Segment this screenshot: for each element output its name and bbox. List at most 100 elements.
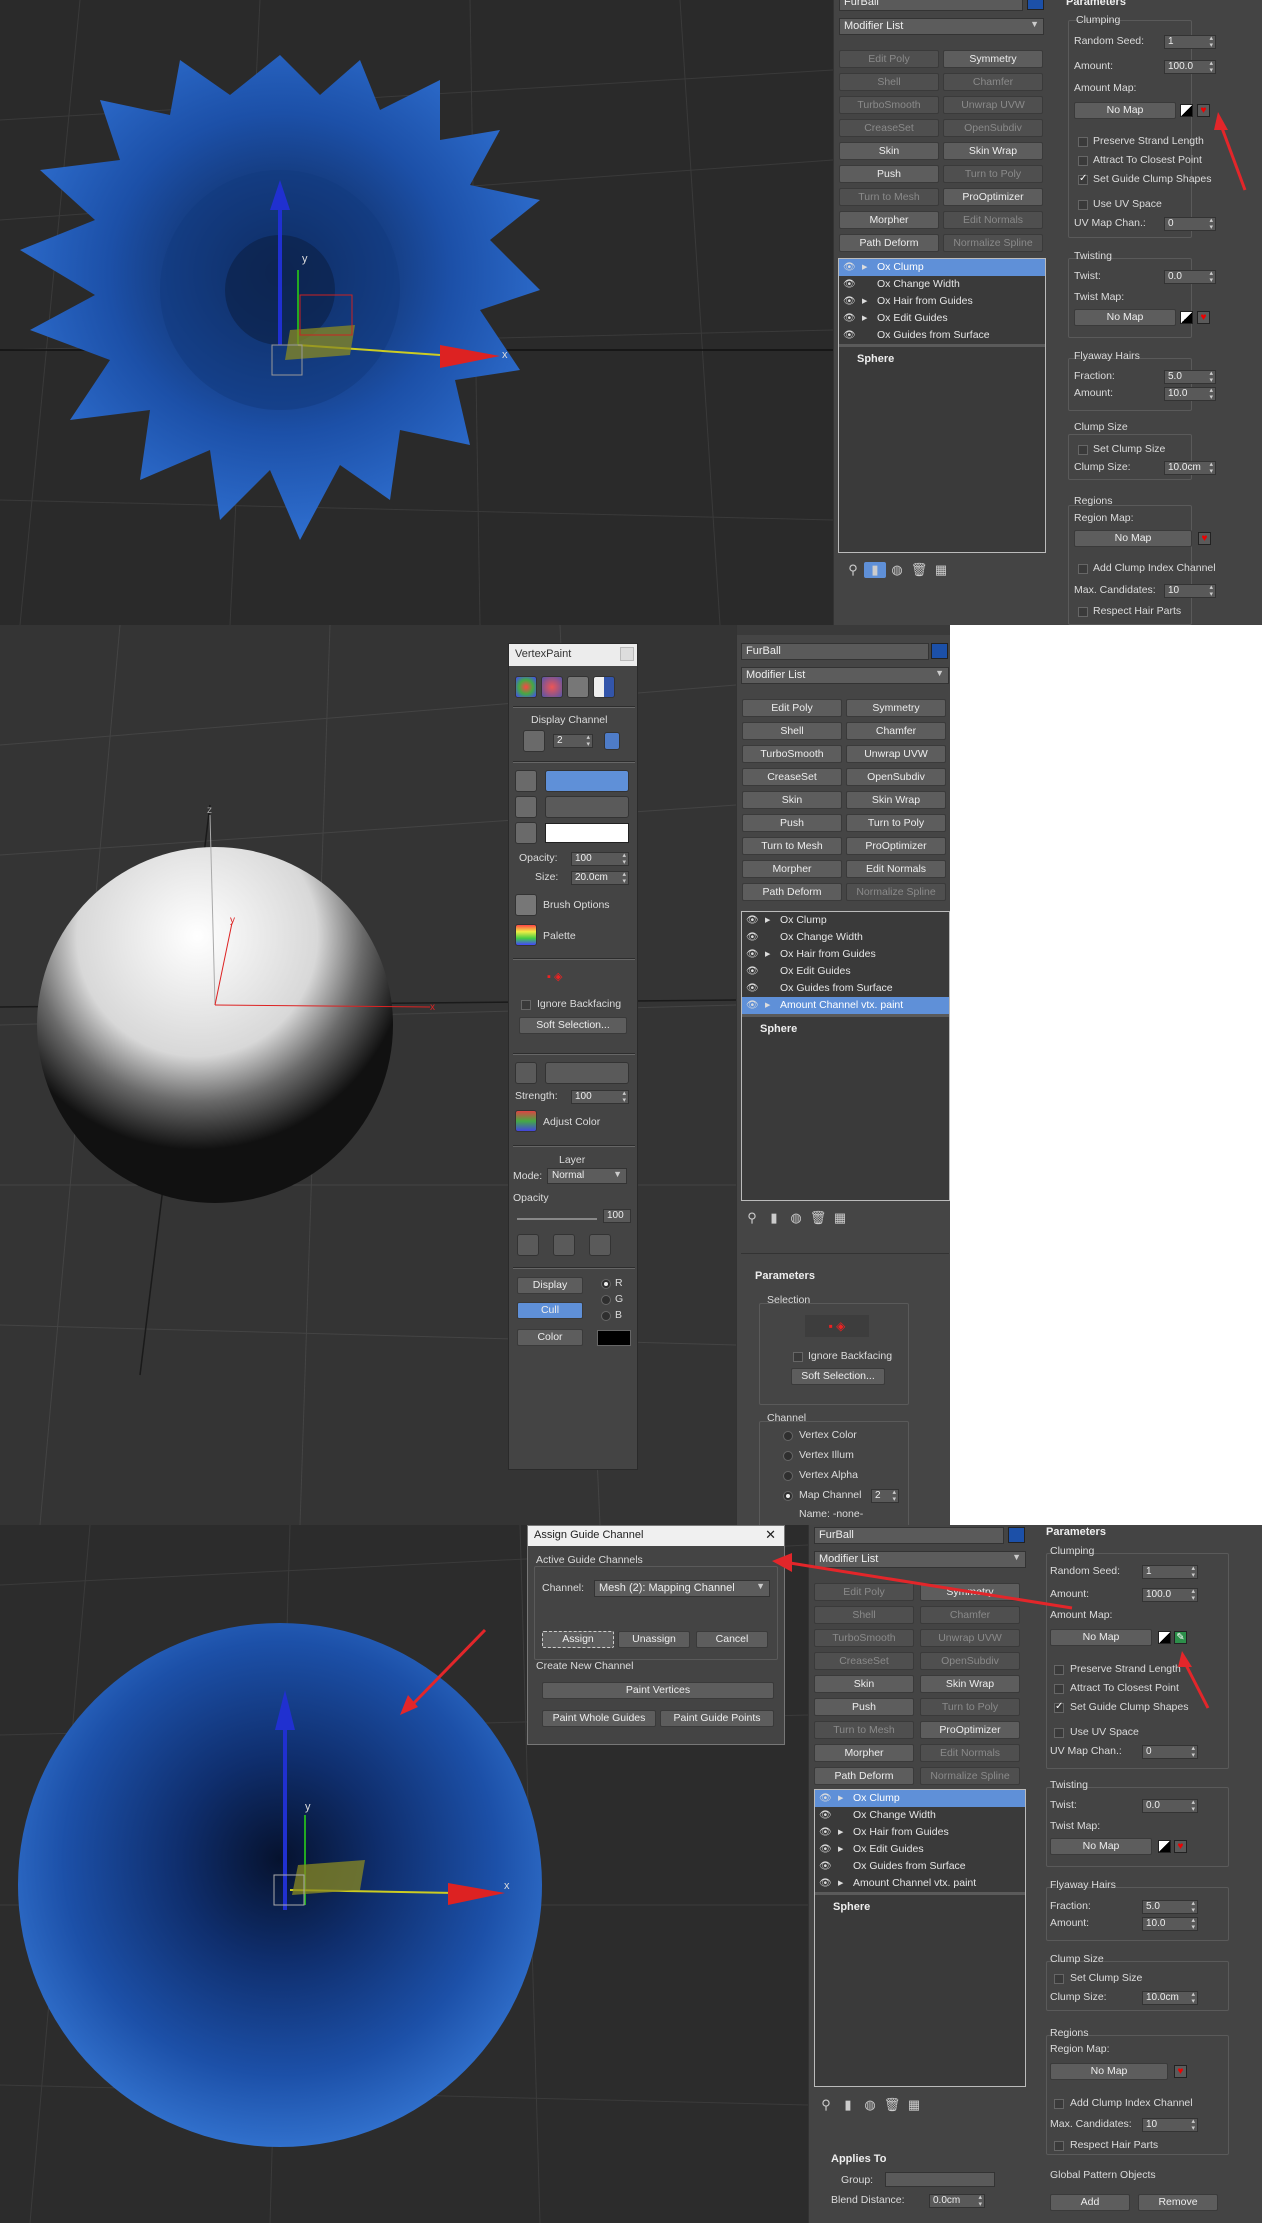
assign-button[interactable]: Assign — [542, 1631, 614, 1648]
color-button[interactable]: Color — [517, 1329, 583, 1346]
modifier-button-push[interactable]: Push — [742, 814, 842, 832]
twist-map-pick-icon-3[interactable]: ♥ — [1174, 1840, 1187, 1853]
ignore-backfacing-checkbox-2[interactable] — [793, 1352, 803, 1362]
clump-size-spinner[interactable]: 10.0cm ▴ ▾ — [1164, 461, 1216, 475]
fraction-spinner[interactable]: 5.0 ▴ ▾ — [1164, 370, 1216, 384]
unassign-button[interactable]: Unassign — [618, 1631, 690, 1648]
modifier-button-creaseset[interactable]: CreaseSet — [814, 1652, 914, 1670]
g-radio[interactable] — [601, 1295, 611, 1305]
stack-item-ox-guides-from-surface[interactable]: 👁 Ox Guides from Surface — [815, 1858, 1025, 1875]
eraser-icon[interactable] — [545, 796, 629, 818]
visibility-eye-icon[interactable]: 👁 — [746, 946, 759, 963]
delete-layer-icon[interactable] — [553, 1234, 575, 1256]
visibility-eye-icon[interactable]: 👁 — [819, 1841, 832, 1858]
visibility-eye-icon[interactable]: 👁 — [843, 327, 856, 344]
modifier-button-symmetry[interactable]: Symmetry — [846, 699, 946, 717]
configure-sets-icon[interactable]: ▦ — [903, 2097, 925, 2113]
object-color-swatch-2[interactable] — [931, 643, 948, 659]
twist-map-swatch-3[interactable] — [1158, 1840, 1171, 1853]
adjust-color-icon[interactable] — [515, 1110, 537, 1132]
amount-map-pick-icon-3[interactable]: ✎ — [1174, 1631, 1187, 1644]
paint-guide-points-button[interactable]: Paint Guide Points — [660, 1710, 774, 1727]
modifier-button-path-deform[interactable]: Path Deform — [742, 883, 842, 901]
layer-opacity-value[interactable]: 100 — [603, 1209, 631, 1223]
stack-base-object-2[interactable]: Sphere — [742, 1014, 949, 1035]
close-icon[interactable]: ✕ — [765, 1527, 776, 1543]
map-channel-spinner[interactable]: 2 ▴ ▾ — [871, 1489, 899, 1503]
configure-sets-icon[interactable]: ▦ — [930, 562, 952, 578]
stack-item-ox-clump[interactable]: 👁 ▶ Ox Clump — [815, 1790, 1025, 1807]
paint-color-swatch[interactable] — [545, 823, 629, 843]
region-map-button[interactable]: No Map — [1074, 530, 1192, 547]
modifier-button-edit-poly[interactable]: Edit Poly — [814, 1583, 914, 1601]
modifier-button-edit-normals[interactable]: Edit Normals — [920, 1744, 1020, 1762]
stack-item-ox-edit-guides[interactable]: 👁 ▶ Ox Edit Guides — [815, 1841, 1025, 1858]
visibility-eye-icon[interactable]: 👁 — [843, 310, 856, 327]
stack-item-ox-edit-guides[interactable]: 👁 ▶ Ox Edit Guides — [839, 310, 1045, 327]
blur-brush-icon[interactable] — [515, 1062, 537, 1084]
use-uv-space-checkbox[interactable] — [1078, 200, 1088, 210]
clump-size-spinner-3[interactable]: 10.0cm ▴ ▾ — [1142, 1991, 1198, 2005]
object-name-field-3[interactable]: FurBall — [814, 1527, 1004, 1544]
modifier-button-unwrap-uvw[interactable]: Unwrap UVW — [846, 745, 946, 763]
display-button[interactable]: Display — [517, 1277, 583, 1294]
modifier-button-skin-wrap[interactable]: Skin Wrap — [846, 791, 946, 809]
parameters-title[interactable]: Parameters — [1066, 0, 1126, 8]
uv-map-channel-spinner-3[interactable]: 0 ▴ ▾ — [1142, 1745, 1198, 1759]
modifier-button-chamfer[interactable]: Chamfer — [943, 73, 1043, 91]
modifier-stack[interactable]: 👁 ▶ Ox Clump 👁 Ox Change Width 👁 ▶ Ox Hair from… — [838, 258, 1046, 553]
visibility-eye-icon[interactable]: 👁 — [746, 929, 759, 946]
b-radio[interactable] — [601, 1311, 611, 1321]
remove-modifier-icon[interactable]: 🗑 — [908, 562, 930, 578]
viewport-2[interactable]: y z x VertexPaint Display Channel 2 ▴ ▾ Op… — [0, 625, 736, 1525]
shaded-display-icon[interactable] — [541, 676, 563, 698]
visibility-eye-icon[interactable]: 👁 — [746, 912, 759, 929]
opacity-spinner[interactable]: 100 ▴ ▾ — [571, 852, 629, 866]
display-channel-spinner[interactable]: 2 ▴ ▾ — [553, 734, 593, 748]
modifier-stack-3[interactable]: 👁 ▶ Ox Clump 👁 Ox Change Width 👁 ▶ Ox Hair from… — [814, 1789, 1026, 2087]
modifier-button-opensubdiv[interactable]: OpenSubdiv — [943, 119, 1043, 137]
respect-hair-parts-checkbox[interactable] — [1078, 607, 1088, 617]
modifier-button-skin[interactable]: Skin — [839, 142, 939, 160]
channel-cube-icon[interactable] — [523, 730, 545, 752]
modifier-button-normalize-spline[interactable]: Normalize Spline — [943, 234, 1043, 252]
fraction-spinner-3[interactable]: 5.0 ▴ ▾ — [1142, 1900, 1198, 1914]
modifier-button-opensubdiv[interactable]: OpenSubdiv — [920, 1652, 1020, 1670]
modifier-button-normalize-spline[interactable]: Normalize Spline — [846, 883, 946, 901]
modifier-button-opensubdiv[interactable]: OpenSubdiv — [846, 768, 946, 786]
respect-hair-parts-checkbox-3[interactable] — [1054, 2141, 1064, 2151]
modifier-button-unwrap-uvw[interactable]: Unwrap UVW — [920, 1629, 1020, 1647]
group-field[interactable] — [885, 2172, 995, 2187]
stack-item-ox-clump[interactable]: 👁 ▶ Ox Clump — [839, 259, 1045, 276]
palette-label[interactable]: Palette — [543, 930, 576, 942]
amount-spinner[interactable]: 100.0 ▴ ▾ — [1164, 60, 1216, 74]
object-color-swatch[interactable] — [1027, 0, 1044, 10]
modifier-button-edit-poly[interactable]: Edit Poly — [742, 699, 842, 717]
stack-base-object[interactable]: Sphere — [839, 344, 1045, 365]
flyaway-amount-spinner[interactable]: 10.0 ▴ ▾ — [1164, 387, 1216, 401]
random-seed-spinner[interactable]: 1 ▴ ▾ — [1164, 35, 1216, 49]
modifier-button-turn-to-mesh[interactable]: Turn to Mesh — [839, 188, 939, 206]
modifier-button-turn-to-poly[interactable]: Turn to Poly — [846, 814, 946, 832]
set-guide-clump-checkbox[interactable] — [1078, 173, 1088, 185]
modifier-button-chamfer[interactable]: Chamfer — [846, 722, 946, 740]
brush-options-label[interactable]: Brush Options — [543, 899, 610, 911]
modifier-button-skin[interactable]: Skin — [742, 791, 842, 809]
modifier-button-symmetry[interactable]: Symmetry — [943, 50, 1043, 68]
expand-triangle-icon[interactable]: ▶ — [838, 1824, 843, 1841]
attract-closest-checkbox[interactable] — [1078, 156, 1088, 166]
visibility-eye-icon[interactable]: 👁 — [843, 259, 856, 276]
modifier-button-turbosmooth[interactable]: TurboSmooth — [839, 96, 939, 114]
flyaway-amount-spinner-3[interactable]: 10.0 ▴ ▾ — [1142, 1917, 1198, 1931]
show-end-result-icon[interactable]: ▮ — [763, 1210, 785, 1226]
command-panel-tabs[interactable] — [737, 625, 951, 635]
modifier-button-shell[interactable]: Shell — [742, 722, 842, 740]
uv-map-channel-spinner[interactable]: 0 ▴ ▾ — [1164, 217, 1216, 231]
twist-map-button[interactable]: No Map — [1074, 309, 1176, 326]
color-swatch-black[interactable] — [597, 1330, 631, 1346]
modifier-button-morpher[interactable]: Morpher — [742, 860, 842, 878]
modifier-button-turn-to-mesh[interactable]: Turn to Mesh — [742, 837, 842, 855]
adjust-color-label[interactable]: Adjust Color — [543, 1116, 600, 1128]
amount-spinner-3[interactable]: 100.0 ▴ ▾ — [1142, 1588, 1198, 1602]
configure-sets-icon[interactable]: ▦ — [829, 1210, 851, 1226]
